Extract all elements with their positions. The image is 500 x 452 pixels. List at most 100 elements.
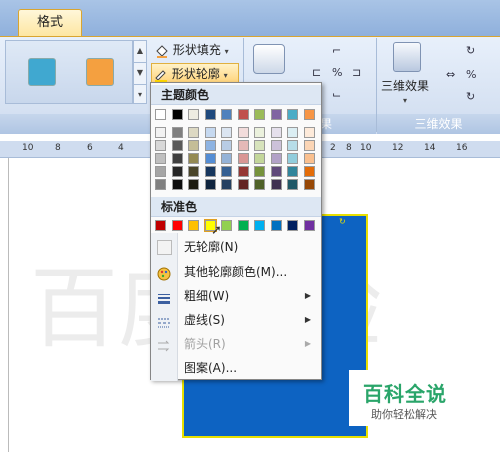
pattern-item[interactable]: 图案(A)... xyxy=(151,356,321,380)
theme-shade-swatch[interactable] xyxy=(155,127,166,138)
nudge-right-icon[interactable]: ⊐ xyxy=(352,66,361,79)
theme-shade-swatch[interactable] xyxy=(237,127,249,138)
theme-shade-swatch[interactable] xyxy=(237,179,249,190)
theme-shade-swatch[interactable] xyxy=(171,127,183,138)
tilt-up-icon[interactable]: ↻ xyxy=(466,44,475,57)
theme-shade-swatch[interactable] xyxy=(270,179,282,190)
theme-shade-swatch[interactable] xyxy=(155,166,166,177)
theme-shade-swatch[interactable] xyxy=(204,140,216,151)
theme-shade-swatch[interactable] xyxy=(221,127,232,138)
no-outline-item[interactable]: 无轮廓(N) xyxy=(151,235,321,259)
theme-shade-swatch[interactable] xyxy=(188,153,199,164)
theme-shade-swatch[interactable] xyxy=(270,127,282,138)
theme-shade-swatch[interactable] xyxy=(303,153,315,164)
theme-shade-swatch[interactable] xyxy=(287,166,298,177)
theme-color-swatch[interactable] xyxy=(303,109,315,120)
theme-shade-swatch[interactable] xyxy=(237,166,249,177)
theme-shade-swatch[interactable] xyxy=(188,179,199,190)
theme-shade-swatch[interactable] xyxy=(188,166,199,177)
theme-shade-swatch[interactable] xyxy=(287,179,298,190)
nudge-left-icon[interactable]: ⊏ xyxy=(312,66,321,79)
standard-color-swatch[interactable] xyxy=(221,220,232,231)
theme-color-swatch[interactable] xyxy=(237,109,249,120)
theme-shade-swatch[interactable] xyxy=(188,140,199,151)
style-swatch-blue[interactable] xyxy=(28,58,56,86)
theme-shade-swatch[interactable] xyxy=(171,179,183,190)
gallery-scrollbar[interactable]: ▲ ▼ ▾ xyxy=(133,40,147,104)
more-outline-colors-item[interactable]: 其他轮廓颜色(M)... xyxy=(151,260,321,284)
tilt-left-icon[interactable]: ⇔ xyxy=(446,68,455,81)
theme-color-swatch[interactable] xyxy=(221,109,232,120)
theme-shade-swatch[interactable] xyxy=(237,153,249,164)
standard-color-swatch[interactable] xyxy=(171,220,183,231)
theme-shade-swatch[interactable] xyxy=(188,127,199,138)
theme-color-swatch[interactable] xyxy=(204,109,216,120)
nudge-down-icon[interactable]: ⌙ xyxy=(332,88,341,101)
theme-shade-swatch[interactable] xyxy=(155,140,166,151)
nudge-up-icon[interactable]: ⌐ xyxy=(332,44,341,57)
theme-color-swatch[interactable] xyxy=(254,109,265,120)
shape-handle-icon[interactable]: ↻ xyxy=(339,217,346,226)
tab-format[interactable]: 格式 xyxy=(18,9,82,36)
shadow-effects-icon[interactable] xyxy=(253,44,285,74)
theme-shade-swatch[interactable] xyxy=(254,140,265,151)
theme-shade-swatch[interactable] xyxy=(287,153,298,164)
shadow-toggle-icon[interactable]: % xyxy=(332,66,342,79)
dropdown-arrow-icon: ▾ xyxy=(403,96,408,105)
tilt-down-icon[interactable]: ↻ xyxy=(466,90,475,103)
theme-shade-swatch[interactable] xyxy=(254,179,265,190)
theme-shade-swatch[interactable] xyxy=(204,153,216,164)
gallery-down-icon[interactable]: ▼ xyxy=(134,63,146,85)
theme-shade-swatch[interactable] xyxy=(155,153,166,164)
theme-color-swatch[interactable] xyxy=(188,109,199,120)
theme-shade-swatch[interactable] xyxy=(237,140,249,151)
theme-shade-swatch[interactable] xyxy=(270,140,282,151)
theme-shade-swatch[interactable] xyxy=(254,127,265,138)
theme-shade-swatch[interactable] xyxy=(221,153,232,164)
theme-shade-swatch[interactable] xyxy=(171,166,183,177)
standard-color-swatch[interactable] xyxy=(270,220,282,231)
theme-shade-swatch[interactable] xyxy=(171,140,183,151)
style-swatch-orange[interactable] xyxy=(86,58,114,86)
standard-color-swatch[interactable] xyxy=(237,220,249,231)
theme-shade-swatch[interactable] xyxy=(221,140,232,151)
theme-color-swatch[interactable] xyxy=(155,109,166,120)
standard-color-row xyxy=(151,219,321,233)
theme-shade-swatch[interactable] xyxy=(155,179,166,190)
theme-shade-swatch[interactable] xyxy=(287,140,298,151)
shape-outline-button[interactable]: 形状轮廓 ▾ xyxy=(151,63,239,83)
standard-color-swatch[interactable] xyxy=(303,220,315,231)
theme-shade-swatch[interactable] xyxy=(204,127,216,138)
standard-color-swatch[interactable] xyxy=(287,220,298,231)
weight-item[interactable]: 粗细(W) ▶ xyxy=(151,284,321,308)
shape-fill-button[interactable]: 形状填充 ▾ xyxy=(153,40,243,60)
3d-effects-icon[interactable] xyxy=(393,42,421,72)
gallery-up-icon[interactable]: ▲ xyxy=(134,41,146,63)
theme-shade-swatch[interactable] xyxy=(303,127,315,138)
arrows-icon xyxy=(157,337,171,352)
theme-shade-swatch[interactable] xyxy=(270,166,282,177)
theme-color-swatch[interactable] xyxy=(287,109,298,120)
theme-color-swatch[interactable] xyxy=(171,109,183,120)
standard-color-swatch[interactable] xyxy=(254,220,265,231)
dashes-item[interactable]: 虚线(S) ▶ xyxy=(151,308,321,332)
theme-shade-swatch[interactable] xyxy=(270,153,282,164)
theme-shade-swatch[interactable] xyxy=(204,166,216,177)
3d-toggle-icon[interactable]: % xyxy=(466,68,476,81)
theme-color-swatch[interactable] xyxy=(270,109,282,120)
standard-color-swatch[interactable] xyxy=(155,220,166,231)
standard-color-swatch[interactable] xyxy=(188,220,199,231)
theme-shade-swatch[interactable] xyxy=(254,153,265,164)
theme-shade-swatch[interactable] xyxy=(171,153,183,164)
3d-effects-label[interactable]: 三维效果 xyxy=(381,77,429,94)
theme-shade-swatch[interactable] xyxy=(303,166,315,177)
theme-shade-swatch[interactable] xyxy=(204,179,216,190)
theme-shade-swatch[interactable] xyxy=(303,140,315,151)
theme-shade-swatch[interactable] xyxy=(221,166,232,177)
theme-shade-swatch[interactable] xyxy=(254,166,265,177)
theme-shade-swatch[interactable] xyxy=(287,127,298,138)
theme-shade-swatch[interactable] xyxy=(303,179,315,190)
logo-title: 百科全说 xyxy=(363,382,447,406)
gallery-more-icon[interactable]: ▾ xyxy=(134,85,146,106)
theme-shade-swatch[interactable] xyxy=(221,179,232,190)
